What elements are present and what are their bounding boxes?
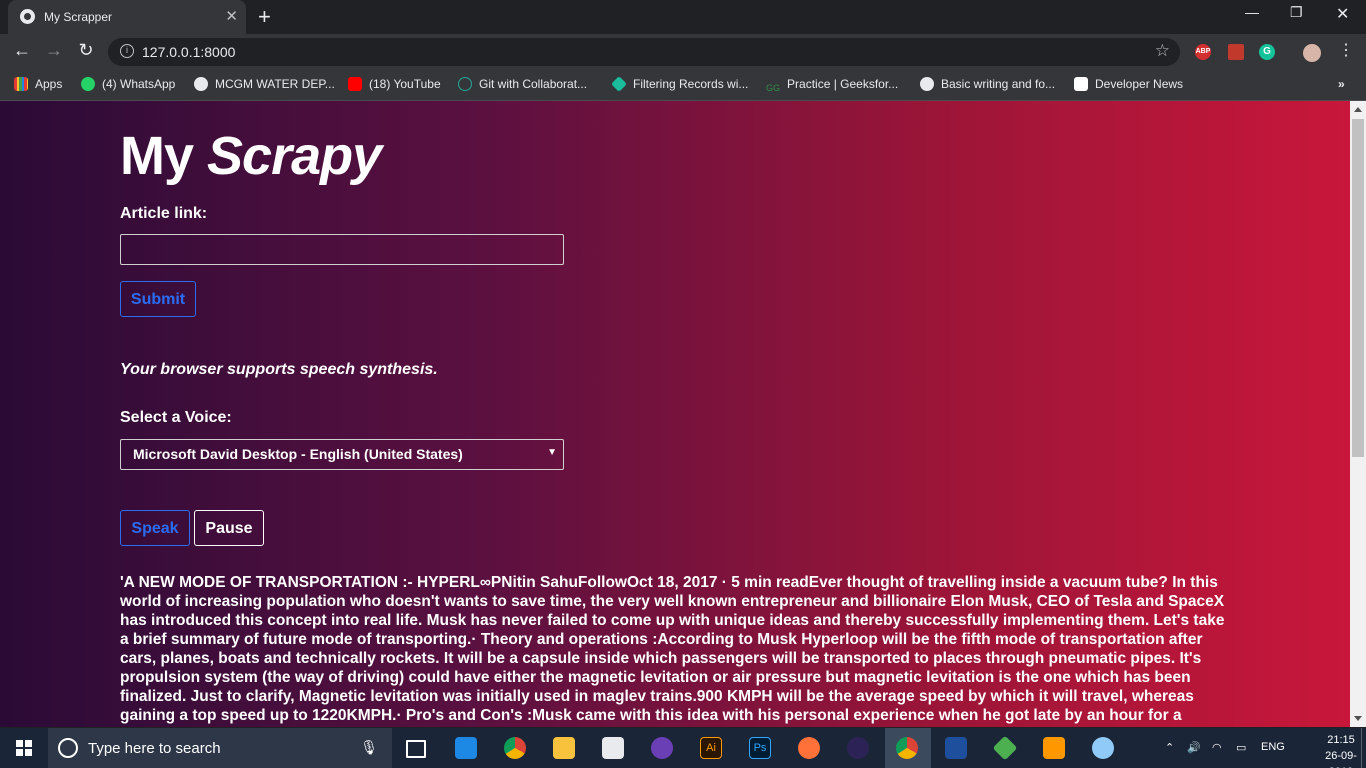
show-hidden-icons[interactable]: ⌃ [1165,741,1174,754]
browser-toolbar: ← → ↻ i 127.0.0.1:8000 ☆ ABP G ⋮ [0,34,1366,70]
chrome-active-icon[interactable] [896,737,918,759]
scrollbar-thumb[interactable] [1352,119,1364,457]
taskbar-search[interactable]: Type here to search 🎙 [48,728,392,768]
address-bar[interactable]: i 127.0.0.1:8000 ☆ [108,38,1180,66]
article-link-input[interactable] [120,234,564,265]
scroll-up-arrow-icon[interactable] [1354,107,1362,112]
illustrator-icon[interactable]: Ai [700,737,722,759]
new-tab-button[interactable]: + [258,4,271,30]
more-bookmarks-icon[interactable]: » [1338,77,1345,91]
close-tab-icon[interactable]: ✕ [225,7,238,25]
dropdown-arrow-icon: ▼ [547,447,557,458]
page-content: My Scrapy Article link: Submit Your brow… [0,101,1350,727]
wifi-icon[interactable]: ◠ [1212,741,1222,754]
close-window-button[interactable]: ✕ [1336,4,1349,24]
adblock-extension-icon[interactable]: ABP [1195,44,1211,60]
page-scrollbar[interactable] [1350,101,1366,727]
url-text: 127.0.0.1:8000 [142,44,236,60]
back-button[interactable]: ← [10,40,34,61]
windows-start-icon[interactable] [16,740,32,756]
git-icon [458,77,472,91]
apps-grid-icon [14,77,28,91]
developer-news-icon [1074,77,1088,91]
clock-date: 26-09-2019 [1325,750,1357,768]
bookmark-star-icon[interactable]: ☆ [1155,41,1170,61]
geeksforgeeks-icon: GG [766,83,781,93]
language-indicator[interactable]: ENG [1261,741,1285,753]
globe-icon [20,9,35,24]
file-explorer-icon[interactable] [553,737,575,759]
bookmark-git[interactable]: Git with Collaborat... [458,77,587,91]
bookmark-extension-icon[interactable] [1228,44,1244,60]
vscode-icon[interactable] [455,737,477,759]
grammarly-extension-icon[interactable]: G [1259,44,1275,60]
forward-button[interactable]: → [42,40,66,61]
microphone-icon[interactable]: 🎙 [360,739,378,756]
browser-tab[interactable]: My Scrapper ✕ [8,0,246,34]
bookmark-mcgm[interactable]: MCGM WATER DEP... [194,77,335,91]
bookmark-geeksforgeeks[interactable]: GG Practice | Geeksfor... [766,77,898,97]
menu-icon[interactable]: ⋮ [1334,40,1358,60]
sublime-text-icon[interactable] [1043,737,1065,759]
volume-icon[interactable]: 🔊 [1187,741,1201,754]
restore-button[interactable]: ❐ [1290,4,1303,21]
info-icon[interactable]: i [120,44,134,58]
task-view-icon[interactable] [406,740,426,758]
firefox-icon[interactable] [798,737,820,759]
bookmark-developer-news[interactable]: Developer News [1074,77,1183,91]
powershell-icon[interactable] [945,737,967,759]
bookmark-youtube[interactable]: (18) YouTube [348,77,441,91]
windows-taskbar: Type here to search 🎙 Ai Ps ⌃ 🔊 ◠ ▭ ENG … [0,728,1366,768]
scroll-down-arrow-icon[interactable] [1354,716,1362,721]
battery-icon[interactable]: ▭ [1236,741,1246,754]
photoshop-icon[interactable]: Ps [749,737,771,759]
tab-strip: My Scrapper ✕ + — ❐ ✕ [0,0,1366,34]
tab-title: My Scrapper [44,10,113,24]
youtube-icon [348,77,362,91]
voice-selected-value: Microsoft David Desktop - English (Unite… [133,446,463,462]
bookmark-whatsapp[interactable]: (4) WhatsApp [81,77,175,91]
voice-label: Select a Voice: [120,409,232,426]
voice-select[interactable]: Microsoft David Desktop - English (Unite… [120,439,564,470]
clock-time: 21:15 [1327,734,1355,746]
speak-button[interactable]: Speak [120,510,190,546]
filter-icon [611,76,627,92]
cortana-icon [58,738,78,758]
bookmark-github[interactable]: Basic writing and fo... [920,77,1055,91]
eclipse-icon[interactable] [847,737,869,759]
whatsapp-icon [81,77,95,91]
git-kraken-icon[interactable] [992,735,1018,761]
speech-support-text: Your browser supports speech synthesis. [120,361,438,378]
calendar-icon[interactable] [602,737,624,759]
show-desktop-button[interactable] [1361,728,1366,768]
profile-avatar[interactable] [1303,44,1321,62]
github-icon [920,77,934,91]
media-player-icon[interactable] [651,737,673,759]
pause-button[interactable]: Pause [194,510,264,546]
submit-button[interactable]: Submit [120,281,196,317]
minimize-button[interactable]: — [1245,4,1259,20]
article-text: 'A NEW MODE OF TRANSPORTATION :- HYPERL∞… [120,574,1225,727]
bookmarks-bar: Apps (4) WhatsApp MCGM WATER DEP... (18)… [0,70,1366,101]
reload-button[interactable]: ↻ [74,40,98,61]
bookmark-filtering[interactable]: Filtering Records wi... [611,76,748,92]
globe-icon [194,77,208,91]
search-placeholder: Type here to search [88,740,221,757]
paint-icon[interactable] [1092,737,1114,759]
chrome-icon[interactable] [504,737,526,759]
system-clock[interactable]: 21:15 26-09-2019 [1316,732,1366,768]
bookmark-apps[interactable]: Apps [14,77,62,91]
page-title: My Scrapy [120,126,382,186]
article-link-label: Article link: [120,205,208,222]
